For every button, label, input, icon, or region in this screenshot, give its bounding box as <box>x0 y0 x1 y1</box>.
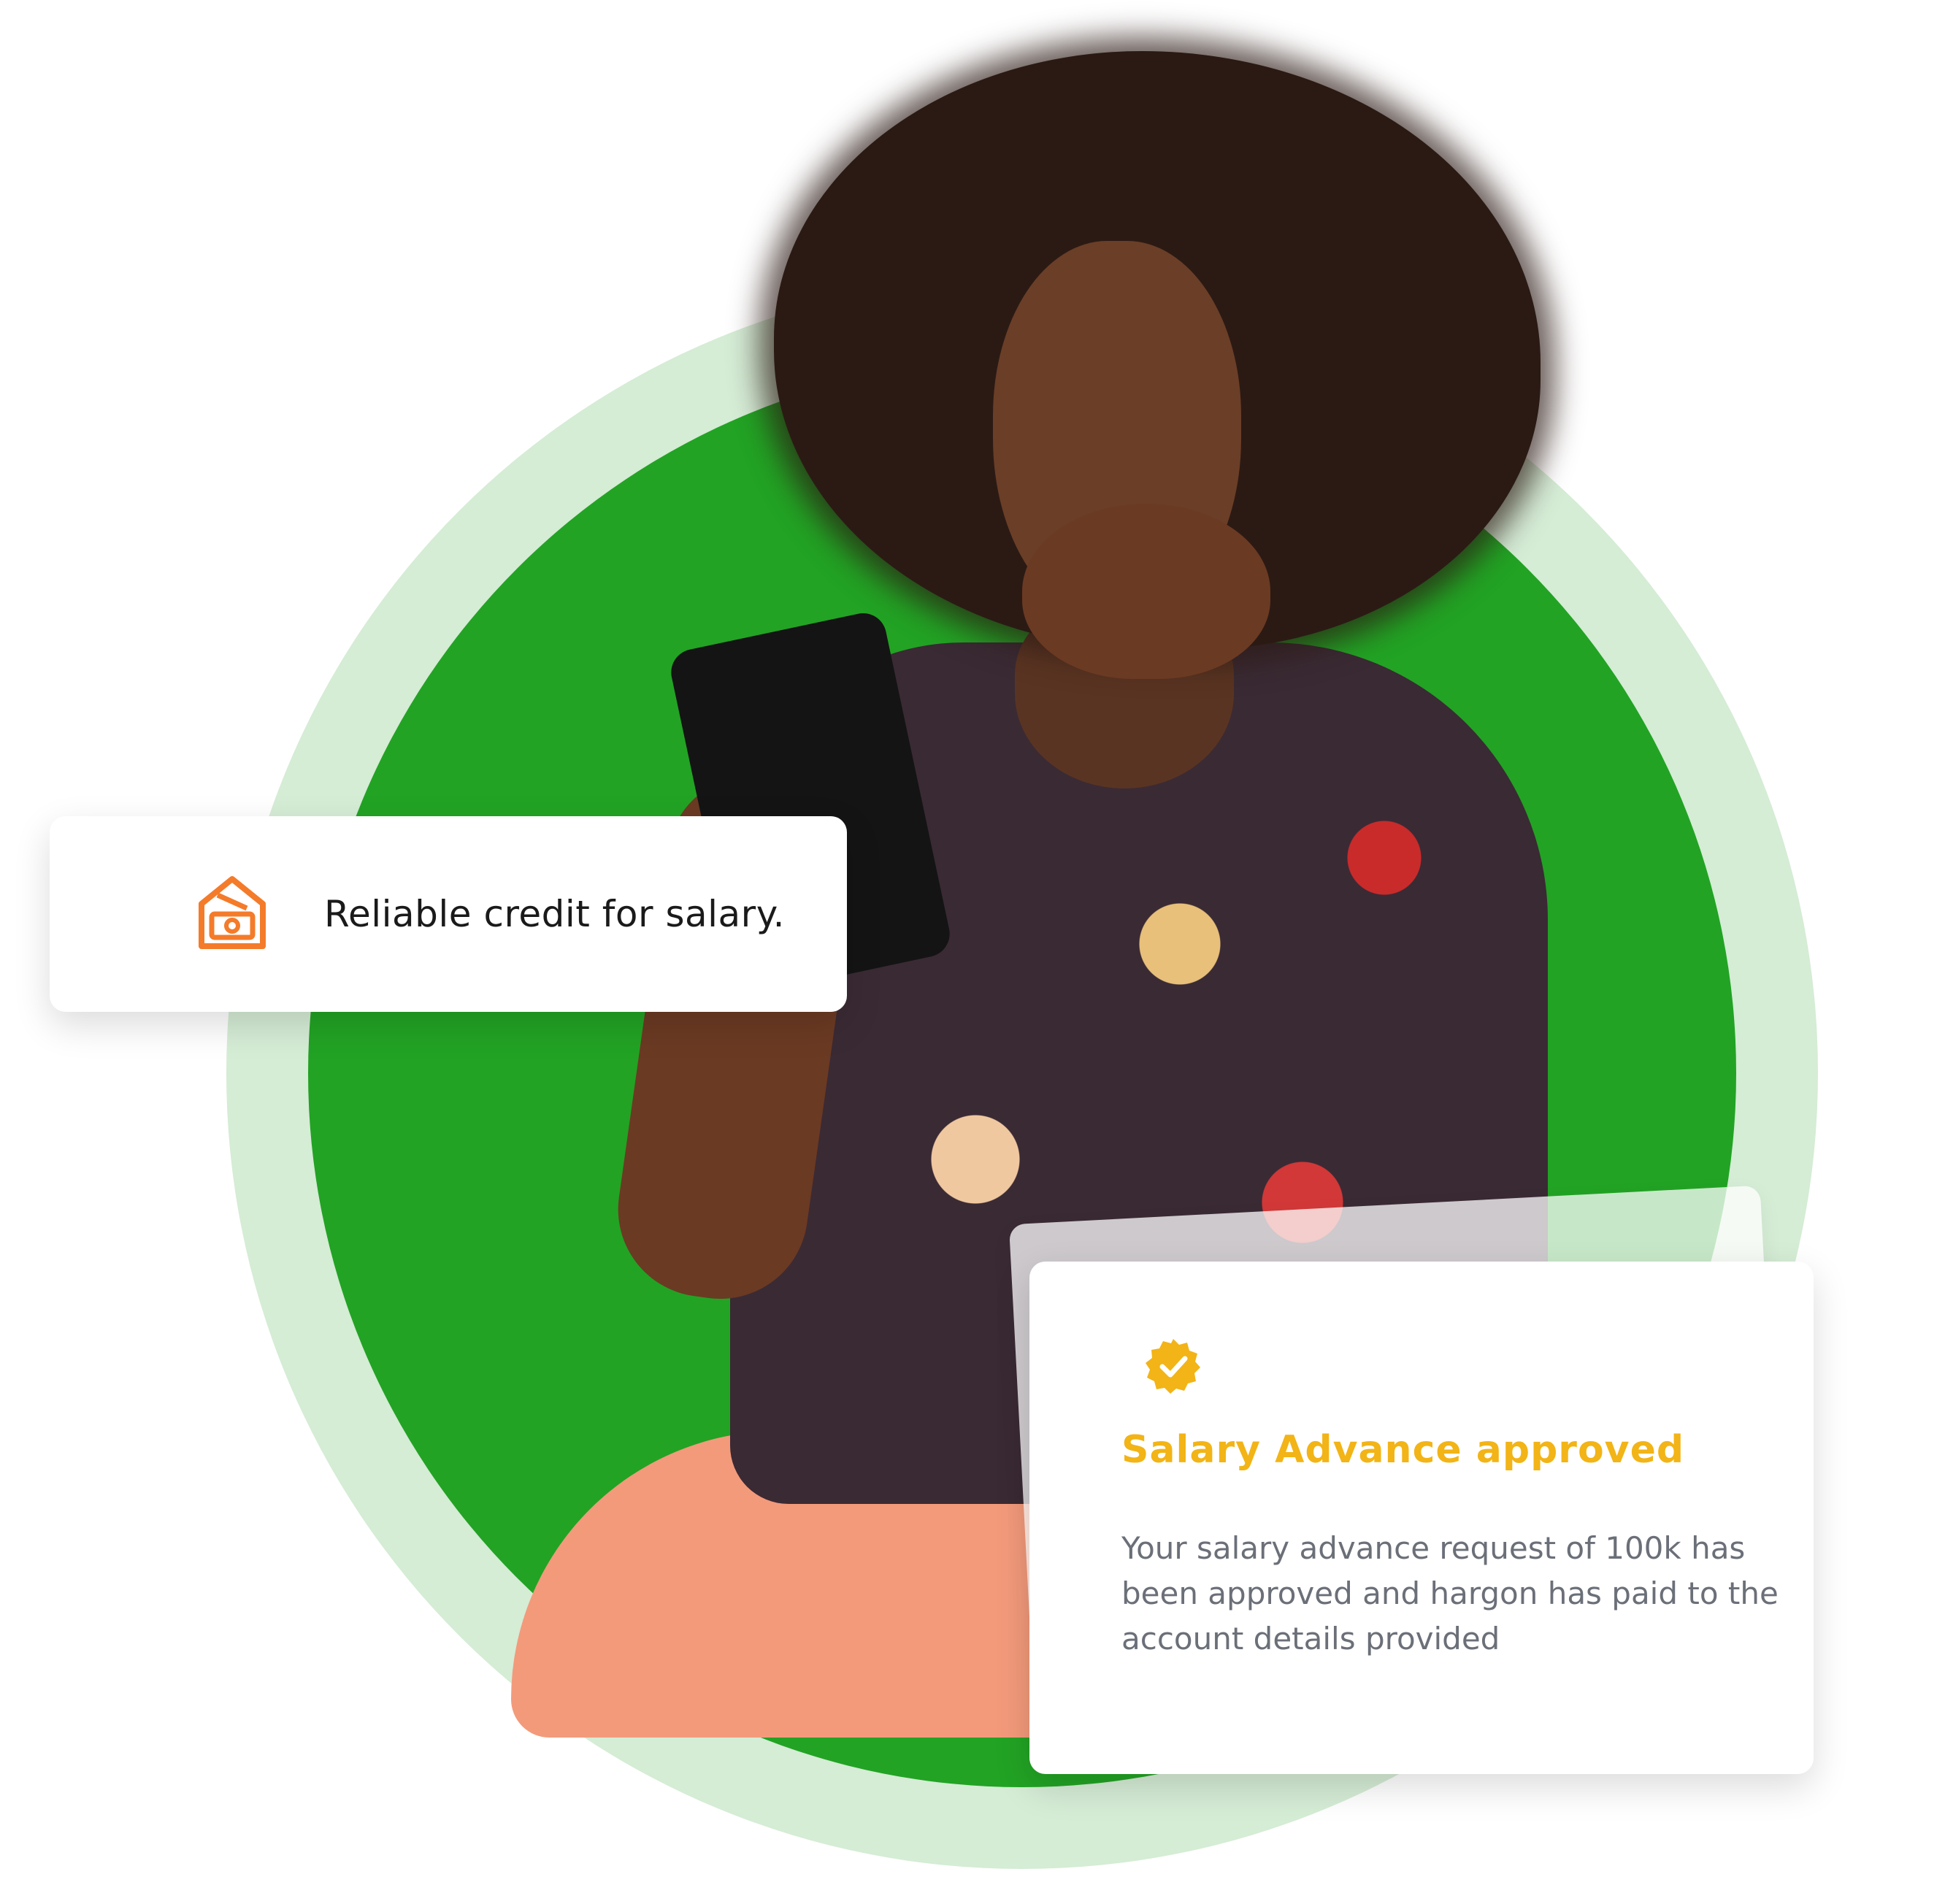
approval-notification-card: Salary Advance approved Your salary adva… <box>1029 1262 1814 1774</box>
money-house-icon <box>196 873 269 953</box>
credit-feature-label: Reliable credit for salary. <box>324 893 786 935</box>
approval-message: Your salary advance request of 100k has … <box>1121 1530 1779 1657</box>
approval-title: Salary Advance approved <box>1121 1428 1685 1472</box>
hand-over-mouth <box>1022 504 1270 679</box>
verified-badge-icon <box>1145 1337 1202 1394</box>
hero-illustration: Reliable credit for salary. Salary Advan… <box>0 0 1945 1904</box>
credit-feature-card: Reliable credit for salary. <box>50 816 847 1012</box>
